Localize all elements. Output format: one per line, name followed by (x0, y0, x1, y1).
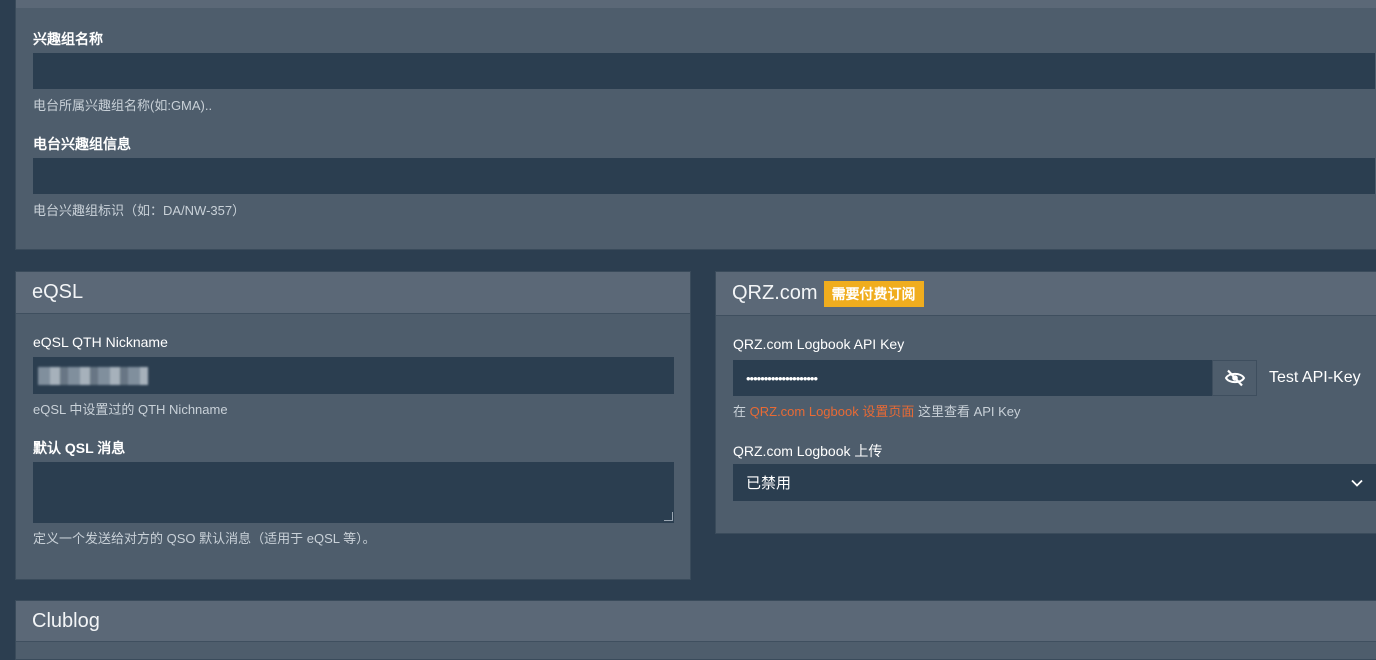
group-info-label: 电台兴趣组信息 (33, 136, 131, 152)
chevron-down-icon (1351, 479, 1363, 487)
eqsl-card: eQSL eQSL QTH Nickname eQSL 中设置过的 QTH Ni… (15, 271, 691, 580)
help-suffix: 这里查看 API Key (914, 404, 1021, 419)
clublog-title: Clublog (32, 609, 100, 632)
group-name-input[interactable] (33, 53, 1375, 89)
qrz-card: QRZ.com 需要付费订阅 QRZ.com Logbook API Key •… (715, 271, 1376, 534)
eye-slash-icon (1224, 369, 1245, 387)
eqsl-nickname-input[interactable] (33, 357, 674, 394)
eqsl-qsl-msg-label: 默认 QSL 消息 (33, 440, 126, 456)
qrz-upload-select[interactable]: 已禁用 (733, 464, 1376, 501)
qrz-title: QRZ.com (732, 282, 818, 304)
toggle-visibility-button[interactable] (1212, 360, 1257, 396)
help-prefix: 在 (733, 404, 750, 419)
qrz-api-key-label: QRZ.com Logbook API Key (733, 336, 905, 352)
qrz-api-key-input[interactable]: •••••••••••••••••••• (733, 360, 1213, 396)
eqsl-card-header: eQSL (16, 272, 690, 314)
eqsl-qsl-msg-textarea[interactable] (33, 462, 674, 523)
eqsl-nickname-label: eQSL QTH Nickname (33, 334, 168, 350)
clublog-card: Clublog (15, 600, 1376, 660)
group-name-label: 兴趣组名称 (33, 31, 103, 47)
qrz-card-header: QRZ.com 需要付费订阅 (716, 272, 1376, 316)
group-info-card: 兴趣组名称 电台所属兴趣组名称(如:GMA).. 电台兴趣组信息 电台兴趣组标识… (15, 0, 1376, 250)
qrz-settings-link[interactable]: QRZ.com Logbook 设置页面 (750, 404, 915, 419)
test-api-key-button[interactable]: Test API-Key (1269, 360, 1361, 396)
qrz-upload-label: QRZ.com Logbook 上传 (733, 443, 883, 459)
group-info-help: 电台兴趣组标识（如：DA/NW-357） (33, 203, 246, 218)
qrz-upload-selected-value: 已禁用 (746, 475, 792, 492)
card-header-strip (16, 0, 1376, 8)
redacted-nickname (38, 366, 148, 385)
group-info-input[interactable] (33, 158, 1375, 194)
group-name-help: 电台所属兴趣组名称(如:GMA).. (33, 98, 213, 113)
qrz-api-key-help: 在 QRZ.com Logbook 设置页面 这里查看 API Key (733, 401, 1021, 420)
paid-subscription-badge: 需要付费订阅 (823, 280, 924, 307)
eqsl-title: eQSL (32, 281, 84, 303)
textarea-resize-handle[interactable] (664, 512, 673, 521)
eqsl-qsl-msg-help: 定义一个发送给对方的 QSO 默认消息（适用于 eQSL 等）。 (33, 531, 376, 546)
eqsl-nickname-help: eQSL 中设置过的 QTH Nichname (33, 402, 228, 417)
clublog-card-header: Clublog (16, 601, 1376, 642)
